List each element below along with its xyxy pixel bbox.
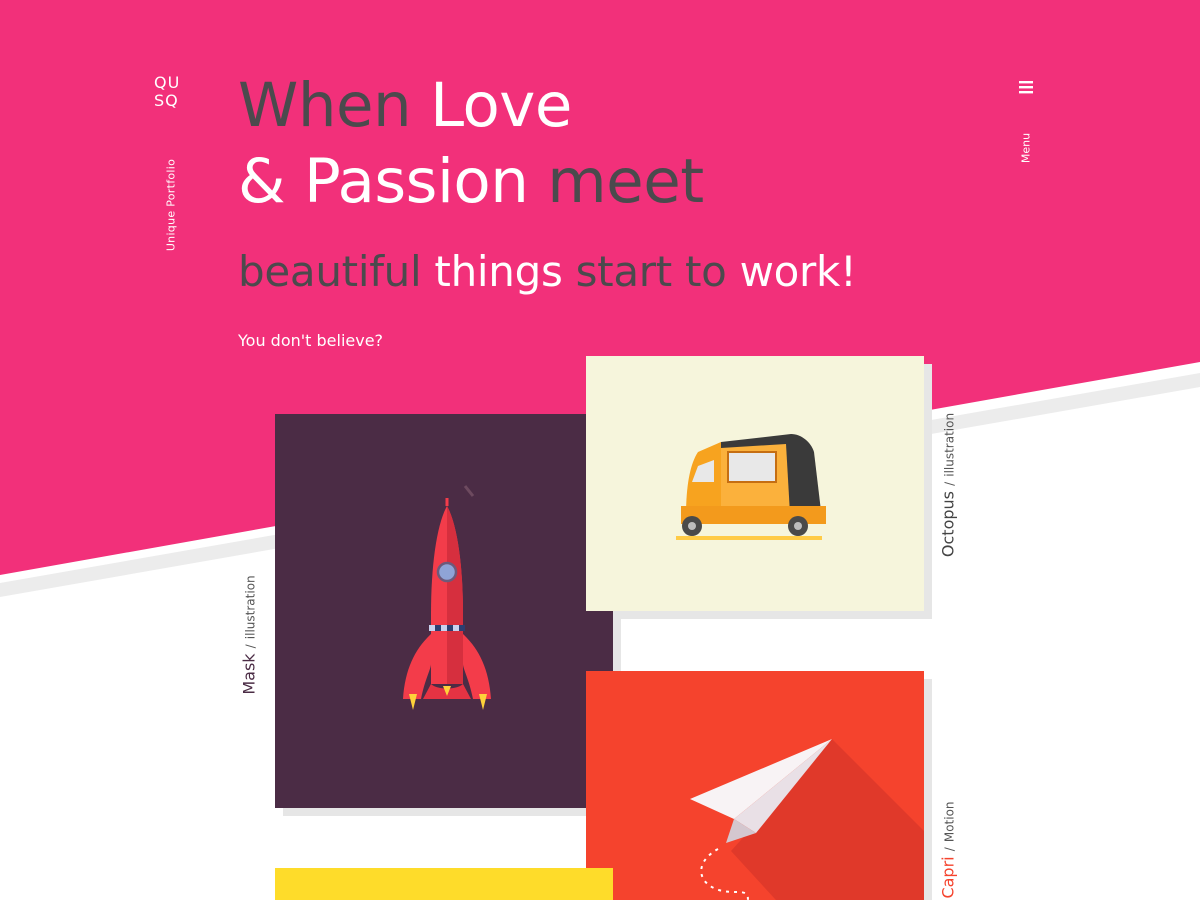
hamburger-icon — [1019, 81, 1033, 94]
hero-question[interactable]: You don't believe? — [238, 331, 383, 350]
paper-plane-icon — [690, 739, 924, 900]
portfolio-label-mask[interactable]: Mask / illustration — [240, 575, 259, 694]
menu-label[interactable]: Menu — [1020, 133, 1033, 163]
logo-line-1: QU — [154, 73, 181, 92]
hero-line-1: When Love — [238, 70, 572, 141]
menu-button[interactable] — [1016, 76, 1038, 98]
hero-heading: When Love & Passion meet beautiful thing… — [238, 68, 857, 296]
logo-line-2: SQ — [154, 91, 179, 110]
portfolio-label-capri[interactable]: Capri / Motion — [939, 801, 958, 898]
portfolio-card-mask[interactable] — [275, 414, 613, 808]
portfolio-card-4[interactable] — [275, 868, 613, 900]
portfolio-label-octopus[interactable]: Octopus / illustration — [939, 413, 958, 557]
portfolio-card-octopus[interactable] — [586, 356, 924, 611]
site-logo[interactable]: QU SQ — [154, 74, 194, 110]
rocket-icon — [403, 485, 491, 710]
portfolio-card-capri[interactable] — [586, 671, 924, 900]
site-tagline: Unique Portfolio — [164, 158, 178, 252]
hero-subheading: beautiful things start to work! — [238, 247, 857, 296]
auto-rickshaw-icon — [676, 434, 826, 540]
hero-line-2: & Passion meet — [238, 146, 704, 217]
